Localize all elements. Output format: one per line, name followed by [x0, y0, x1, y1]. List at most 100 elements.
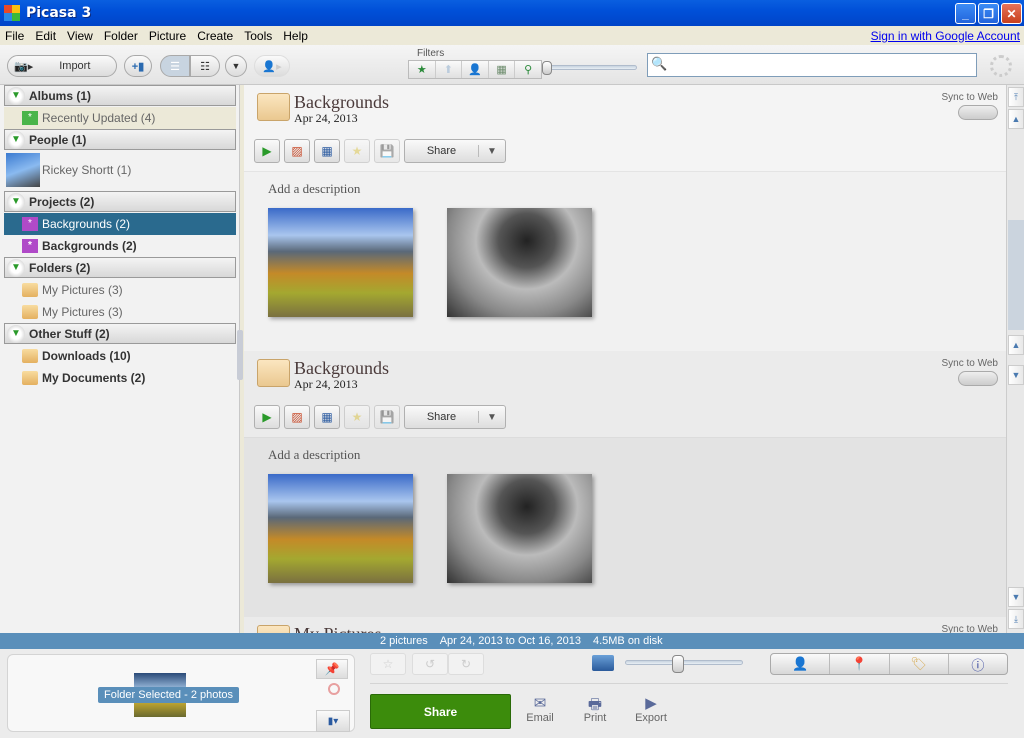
photo-thumbnail-mountain[interactable] — [268, 474, 413, 583]
sidebar-item-person[interactable]: Rickey Shortt (1) — [4, 151, 236, 189]
photo-thumbnail-mountain[interactable] — [268, 208, 413, 317]
view-tree-button[interactable]: ☷ — [190, 55, 220, 77]
description-field[interactable]: Add a description — [268, 447, 360, 463]
menu-create[interactable]: Create — [197, 29, 233, 43]
people-filter-icon[interactable]: 👤 — [462, 61, 489, 78]
sidebar-item-my-documents[interactable]: My Documents (2) — [4, 367, 236, 389]
sidebar-splitter-handle[interactable] — [237, 330, 243, 380]
star-button[interactable]: ★ — [344, 139, 370, 163]
title-bar: Picasa 3 _ ❐ ✕ — [0, 0, 1024, 26]
restore-button[interactable]: ❐ — [978, 3, 999, 24]
expand-icon[interactable]: ▼ — [7, 258, 25, 277]
save-button[interactable]: 💾 — [374, 139, 400, 163]
group-title[interactable]: My Pictures — [294, 624, 382, 633]
scroll-page-up-icon[interactable]: ▲ — [1008, 335, 1024, 355]
view-list-button[interactable]: ☰ — [160, 55, 190, 77]
expand-icon[interactable]: ▼ — [7, 324, 25, 343]
sidebar-item-backgrounds[interactable]: * Backgrounds (2) — [4, 235, 236, 257]
sync-to-web-toggle[interactable] — [958, 371, 998, 386]
filter-slider[interactable] — [545, 65, 637, 70]
section-folders[interactable]: ▼ Folders (2) — [4, 257, 236, 278]
properties-panel-icon[interactable]: ⓘ — [949, 654, 1007, 674]
movie-button[interactable]: ▦ — [314, 139, 340, 163]
close-button[interactable]: ✕ — [1001, 3, 1022, 24]
movie-button[interactable]: ▦ — [314, 405, 340, 429]
share-dropdown-icon[interactable]: ▼ — [479, 412, 505, 423]
person-nav-button[interactable]: 👤▸ — [254, 55, 290, 77]
import-button[interactable]: 📷▸ Import — [7, 55, 117, 77]
scroll-down-icon[interactable]: ▼ — [1008, 587, 1024, 607]
scroll-up-icon[interactable]: ▲ — [1008, 109, 1024, 129]
minimize-button[interactable]: _ — [955, 3, 976, 24]
sidebar-item-recently-updated[interactable]: * Recently Updated (4) — [4, 107, 236, 129]
sidebar-item-my-pictures[interactable]: My Pictures (3) — [4, 279, 236, 301]
star-filter-icon[interactable]: ★ — [409, 61, 436, 78]
collage-button[interactable]: ▨ — [284, 139, 310, 163]
sign-in-link[interactable]: Sign in with Google Account — [871, 29, 1020, 43]
tray-selection-label: Folder Selected - 2 photos — [98, 687, 240, 703]
disk-size: 4.5MB on disk — [592, 635, 663, 647]
add-to-album-dropdown[interactable]: ▮▾ — [316, 710, 350, 732]
menu-file[interactable]: File — [5, 29, 24, 43]
photo-thumbnail-volcano[interactable] — [447, 208, 592, 317]
sidebar-item-downloads[interactable]: Downloads (10) — [4, 345, 236, 367]
add-to-album-button[interactable]: +▮ — [124, 55, 152, 77]
menu-help[interactable]: Help — [283, 29, 308, 43]
view-options-dropdown[interactable]: ▼ — [225, 55, 247, 77]
menu-picture[interactable]: Picture — [149, 29, 186, 43]
email-button[interactable]: ✉ Email — [520, 694, 560, 724]
thumbnail-size-slider-thumb[interactable] — [672, 655, 685, 673]
expand-icon[interactable]: ▼ — [7, 130, 25, 149]
search-input[interactable]: 🔍 — [647, 53, 977, 77]
movie-filter-icon[interactable]: ▦ — [489, 61, 516, 78]
group-title[interactable]: Backgrounds — [294, 92, 389, 113]
filter-slider-thumb[interactable] — [542, 61, 552, 75]
collage-button[interactable]: ▨ — [284, 405, 310, 429]
scroll-page-down-icon[interactable]: ▼ — [1008, 365, 1024, 385]
export-button[interactable]: ▶ Export — [631, 694, 671, 724]
rotate-right-button[interactable]: ↻ — [448, 653, 484, 675]
scroll-bottom-icon[interactable]: ⤓ — [1008, 609, 1024, 629]
group-title[interactable]: Backgrounds — [294, 358, 389, 379]
sync-to-web-toggle[interactable] — [958, 105, 998, 120]
geotag-filter-icon[interactable]: ⚲ — [515, 61, 541, 78]
star-photo-button[interactable]: ☆ — [370, 653, 406, 675]
sidebar-item-my-pictures[interactable]: My Pictures (3) — [4, 301, 236, 323]
places-panel-icon[interactable]: 📍 — [830, 654, 890, 674]
slideshow-button[interactable]: ▶ — [254, 405, 280, 429]
photo-thumbnail-volcano[interactable] — [447, 474, 592, 583]
project-icon: * — [22, 217, 38, 231]
menu-view[interactable]: View — [67, 29, 93, 43]
clear-selection-icon[interactable] — [328, 683, 340, 695]
section-projects[interactable]: ▼ Projects (2) — [4, 191, 236, 212]
expand-icon[interactable]: ▼ — [7, 86, 25, 105]
star-button[interactable]: ★ — [344, 405, 370, 429]
menu-tools[interactable]: Tools — [244, 29, 272, 43]
save-button[interactable]: 💾 — [374, 405, 400, 429]
sidebar-item-backgrounds-selected[interactable]: * Backgrounds (2) — [4, 213, 236, 235]
print-button[interactable]: 🖶 Print — [575, 694, 615, 724]
menu-edit[interactable]: Edit — [35, 29, 56, 43]
scrollbar-thumb[interactable] — [1008, 220, 1024, 330]
hold-pin-icon[interactable]: 📌 — [316, 659, 348, 679]
share-button[interactable]: Share — [370, 694, 511, 729]
slideshow-button[interactable]: ▶ — [254, 139, 280, 163]
description-field[interactable]: Add a description — [268, 181, 360, 197]
filters-bar: ★ ⬆ 👤 ▦ ⚲ — [408, 60, 542, 79]
share-button[interactable]: Share ▼ — [404, 139, 506, 163]
section-other-stuff[interactable]: ▼ Other Stuff (2) — [4, 323, 236, 344]
share-dropdown-icon[interactable]: ▼ — [479, 146, 505, 157]
share-button[interactable]: Share ▼ — [404, 405, 506, 429]
tags-panel-icon[interactable]: 🏷 — [890, 654, 949, 674]
people-panel-icon[interactable]: 👤 — [771, 654, 831, 674]
vertical-scrollbar[interactable]: ⤒ ▲ ▲ ▼ ▼ ⤓ — [1006, 85, 1024, 633]
section-people[interactable]: ▼ People (1) — [4, 129, 236, 150]
upload-filter-icon[interactable]: ⬆ — [436, 61, 463, 78]
scroll-top-icon[interactable]: ⤒ — [1008, 87, 1024, 107]
expand-icon[interactable]: ▼ — [7, 192, 25, 211]
toolbar: 📷▸ Import +▮ ☰ ☷ ▼ 👤▸ Filters ★ ⬆ 👤 ▦ ⚲ … — [0, 45, 1024, 85]
status-bar: 2 pictures Apr 24, 2013 to Oct 16, 2013 … — [0, 633, 1024, 649]
section-albums[interactable]: ▼ Albums (1) — [4, 85, 236, 106]
rotate-left-button[interactable]: ↺ — [412, 653, 448, 675]
menu-folder[interactable]: Folder — [104, 29, 138, 43]
